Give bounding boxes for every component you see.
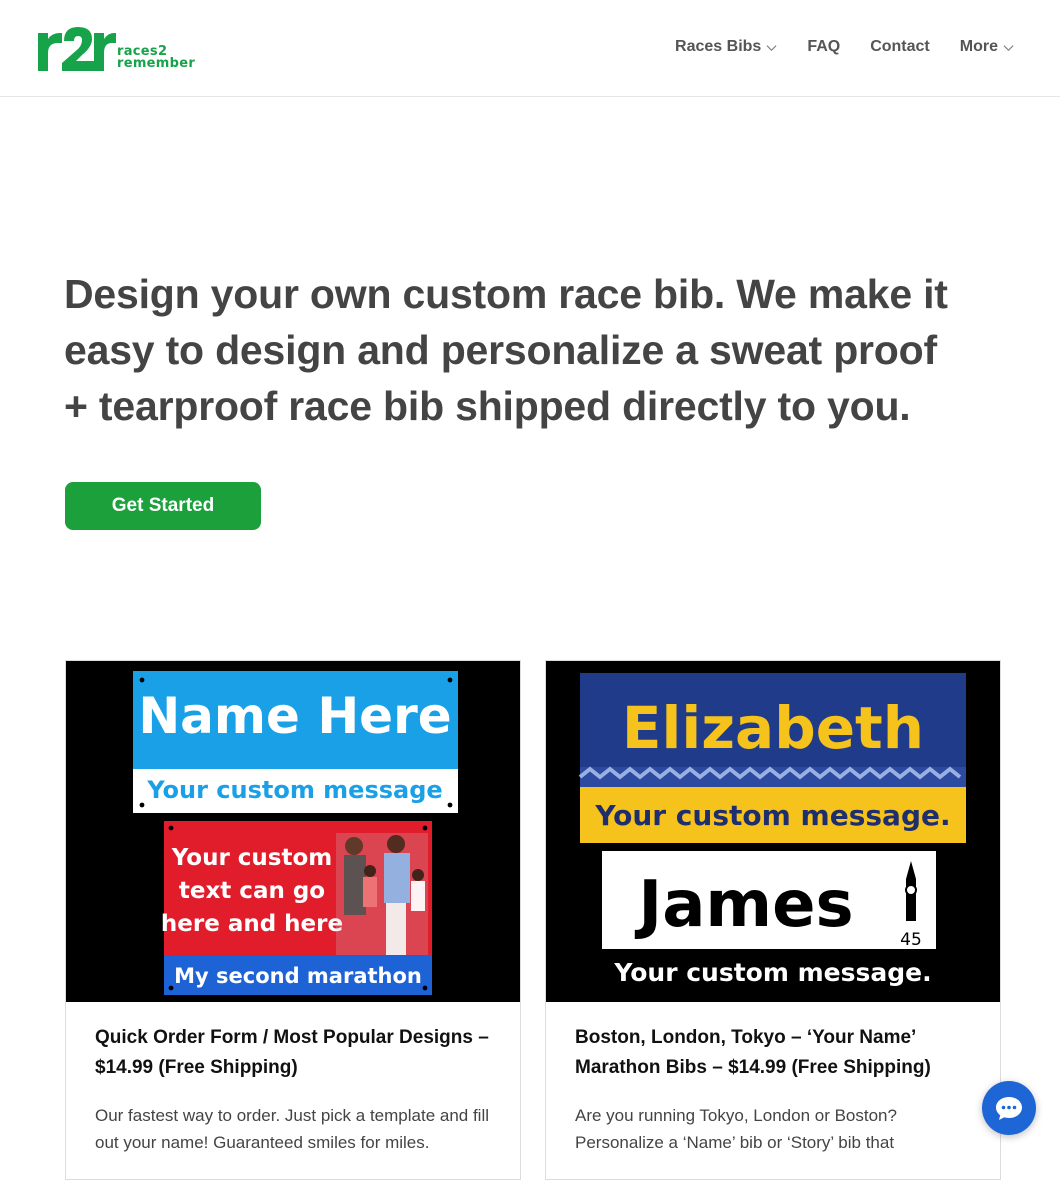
bib-preview-1: Name Here Your custom message Your custo… <box>66 661 520 1002</box>
card-desc-quick-order: Our fastest way to order. Just pick a te… <box>95 1106 490 1152</box>
hero-title: Design your own custom race bib. We make… <box>64 271 948 429</box>
bib1-top-name: Name Here <box>138 687 451 745</box>
bib1-bottom-line3: here and here <box>161 911 343 937</box>
r2r-logo-mark <box>38 27 116 71</box>
nav-races-bibs[interactable]: Races Bibs <box>675 38 777 56</box>
card-title-marathon[interactable]: Boston, London, Tokyo – ‘Your Name’ Mara… <box>575 1023 975 1083</box>
bib2-top-name: Elizabeth <box>622 694 924 762</box>
chevron-down-icon <box>766 44 777 51</box>
chevron-down-icon <box>1003 44 1014 51</box>
bib2-bottom-msg: Your custom message. <box>613 958 931 987</box>
card-image-marathon[interactable]: Elizabeth Your custom message. James 45 … <box>546 661 1000 1002</box>
main-nav: Races Bibs FAQ Contact More <box>675 38 1014 56</box>
card-image-quick-order[interactable]: Name Here Your custom message Your custo… <box>66 661 520 1002</box>
logo-wordmark: races2 remember <box>117 45 196 71</box>
family-photo <box>336 833 428 955</box>
nav-faq[interactable]: FAQ <box>807 38 840 56</box>
nav-contact[interactable]: Contact <box>870 38 930 56</box>
bib1-top-msg: Your custom message <box>146 776 442 804</box>
logo-line2: remember <box>117 56 196 71</box>
bib2-top-msg: Your custom message. <box>594 799 950 832</box>
site-header: races2 remember Races Bibs FAQ Contact M… <box>0 0 1060 97</box>
card-desc-marathon: Are you running Tokyo, London or Boston?… <box>575 1106 897 1152</box>
bib1-bottom-line2: text can go <box>179 878 325 904</box>
nav-more[interactable]: More <box>960 38 1014 56</box>
chat-widget-button[interactable] <box>982 1081 1036 1135</box>
bib1-bottom-line1: Your custom <box>171 845 333 871</box>
bib2-bottom-num: 45 <box>900 930 922 950</box>
nav-races-bibs-label: Races Bibs <box>675 38 762 55</box>
product-card-quick-order[interactable]: Name Here Your custom message Your custo… <box>65 660 521 1180</box>
get-started-button[interactable]: Get Started <box>65 482 261 530</box>
nav-faq-label: FAQ <box>807 38 841 55</box>
pattern-band <box>578 766 966 787</box>
nav-contact-label: Contact <box>870 38 930 55</box>
product-card-marathon[interactable]: Elizabeth Your custom message. James 45 … <box>545 660 1001 1180</box>
bib-preview-2: Elizabeth Your custom message. James 45 … <box>546 661 1000 1002</box>
chat-bubble-icon <box>996 1097 1022 1120</box>
card-title-quick-order[interactable]: Quick Order Form / Most Popular Designs … <box>95 1023 495 1083</box>
bib1-bottom-msg: My second marathon <box>174 964 422 988</box>
bib2-bottom-name: James <box>634 868 853 942</box>
nav-more-label: More <box>959 38 998 55</box>
